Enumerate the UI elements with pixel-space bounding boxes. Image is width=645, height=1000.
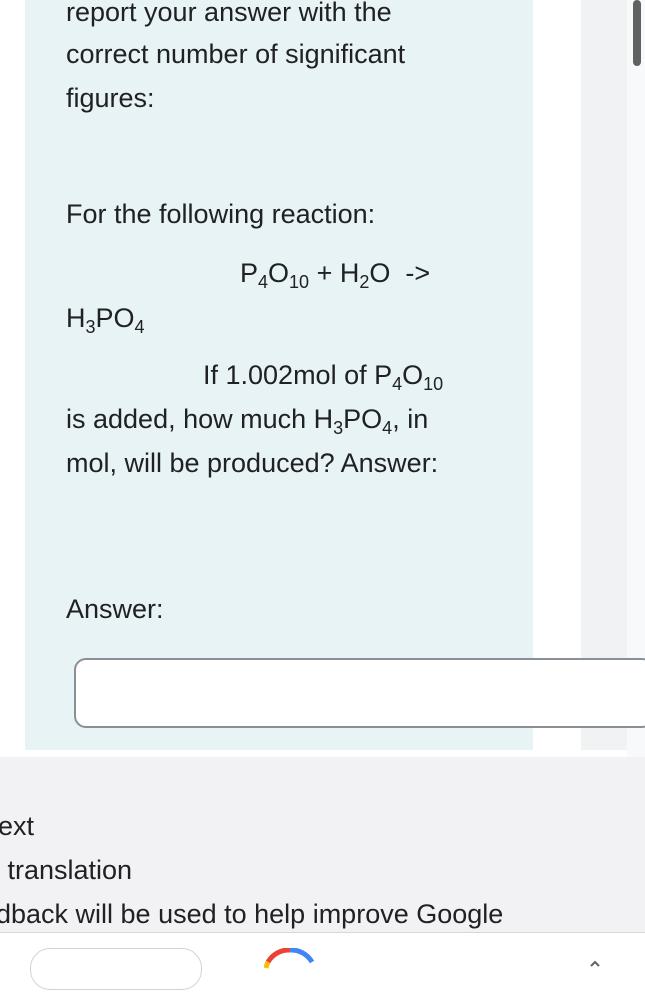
sheet-line-3: dback will be used to help improve Googl… bbox=[0, 899, 504, 929]
answer-label: Answer: bbox=[66, 594, 164, 624]
question-line-1: report your answer with the bbox=[66, 0, 392, 27]
question-ask-line-3: mol, will be produced? Answer: bbox=[66, 448, 439, 478]
reaction-product: H3PO4 bbox=[66, 303, 145, 337]
question-ask-line-1: If 1.002mol of P4O10 bbox=[203, 360, 444, 394]
chevron-up-icon[interactable] bbox=[585, 954, 605, 974]
right-side-panel bbox=[581, 0, 627, 750]
answer-input[interactable] bbox=[74, 658, 645, 728]
reaction-intro: For the following reaction: bbox=[66, 199, 376, 229]
question-line-2: correct number of significant bbox=[66, 39, 406, 69]
question-ask-line-2: is added, how much H3PO4, in bbox=[66, 404, 429, 438]
scrollbar-thumb[interactable] bbox=[633, 0, 641, 66]
sheet-action-button[interactable] bbox=[30, 948, 202, 990]
question-line-3: figures: bbox=[66, 83, 155, 113]
google-icon[interactable] bbox=[264, 948, 316, 1000]
sheet-line-1: ext bbox=[0, 811, 35, 841]
sheet-line-2: translation bbox=[0, 855, 133, 885]
scrollbar-track[interactable] bbox=[627, 0, 645, 757]
reaction-equation: P4O10 + H2O -> bbox=[240, 258, 431, 292]
